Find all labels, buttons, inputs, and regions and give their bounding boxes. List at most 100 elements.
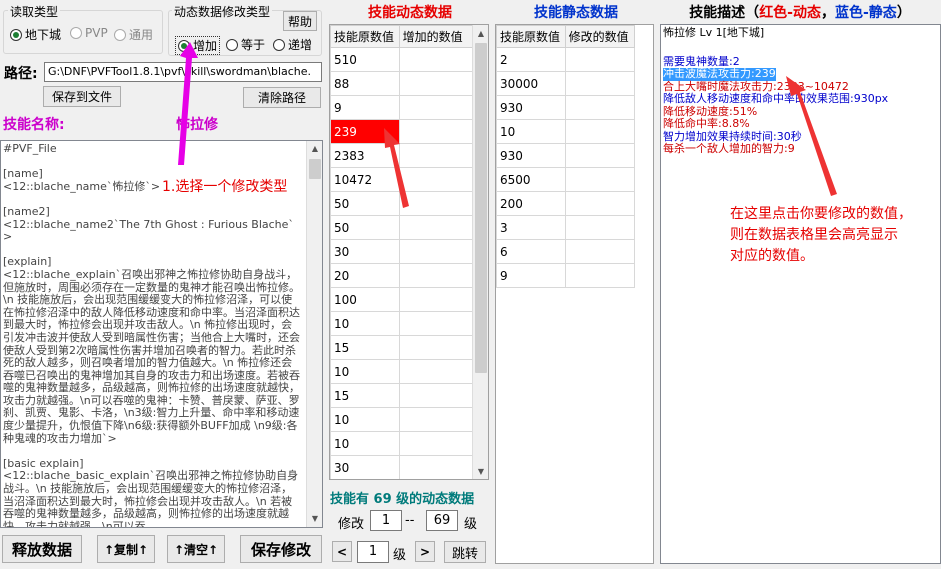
static-modified-cell[interactable] — [564, 47, 636, 72]
dynamic-row[interactable]: 10 — [330, 311, 474, 336]
description-line[interactable]: 每杀一个敌人增加的智力:9 — [663, 143, 938, 156]
static-original-cell[interactable]: 6 — [496, 239, 566, 264]
dynamic-original-cell[interactable]: 20 — [330, 263, 400, 288]
dynamic-added-cell[interactable] — [398, 407, 474, 432]
static-original-cell[interactable]: 6500 — [496, 167, 566, 192]
dynamic-row[interactable]: 15 — [330, 383, 474, 408]
dynamic-row[interactable]: 15 — [330, 335, 474, 360]
path-input[interactable]: G:\DNF\PVFTool1.8.1\pvf\skill\swordman\b… — [44, 62, 322, 82]
dynamic-grid-scrollbar[interactable]: ▲ ▼ — [472, 25, 488, 479]
scroll-thumb[interactable] — [475, 43, 487, 373]
save-to-file-button[interactable]: 保存到文件 — [43, 86, 121, 107]
dynamic-added-cell[interactable] — [398, 143, 474, 168]
dynamic-original-cell[interactable]: 10472 — [330, 167, 400, 192]
dynamic-row[interactable]: 10 — [330, 431, 474, 456]
static-modified-cell[interactable] — [564, 95, 636, 120]
dynamic-original-cell[interactable]: 239 — [330, 119, 400, 144]
dynamic-added-cell[interactable] — [398, 119, 474, 144]
dynamic-added-cell[interactable] — [398, 335, 474, 360]
help-button[interactable]: 帮助 — [283, 11, 317, 31]
dynamic-added-cell[interactable] — [398, 167, 474, 192]
static-row[interactable]: 930 — [496, 95, 636, 120]
dynamic-row[interactable]: 88 — [330, 71, 474, 96]
scroll-up-icon[interactable]: ▲ — [473, 25, 488, 41]
modify-to-level-input[interactable]: 69 — [426, 510, 458, 531]
static-modified-cell[interactable] — [564, 239, 636, 264]
static-modified-cell[interactable] — [564, 119, 636, 144]
static-original-cell[interactable]: 9 — [496, 263, 566, 288]
dynamic-row[interactable]: 239 — [330, 119, 474, 144]
description-line[interactable]: 降低敌人移动速度和命中率的效果范围:930px — [663, 93, 938, 106]
dynamic-original-cell[interactable]: 100 — [330, 287, 400, 312]
static-modified-cell[interactable] — [564, 215, 636, 240]
dynamic-added-cell[interactable] — [398, 287, 474, 312]
dynamic-row[interactable]: 50 — [330, 191, 474, 216]
dynamic-row[interactable]: 100 — [330, 287, 474, 312]
dynamic-row[interactable]: 50 — [330, 215, 474, 240]
static-original-cell[interactable]: 930 — [496, 143, 566, 168]
save-changes-button[interactable]: 保存修改 — [240, 535, 322, 563]
skill-description-box[interactable]: 怖拉修 Lv 1[地下城] 需要鬼神数量:2 冲击波魔法攻击力:239 合上大嘴时魔… — [660, 24, 941, 564]
dynamic-added-cell[interactable] — [398, 191, 474, 216]
static-row[interactable]: 6500 — [496, 167, 636, 192]
modify-type-equal-radio[interactable]: 等于 — [226, 36, 265, 53]
static-original-cell[interactable]: 3 — [496, 215, 566, 240]
dynamic-added-cell[interactable] — [398, 455, 474, 479]
dynamic-row[interactable]: 10 — [330, 407, 474, 432]
static-modified-cell[interactable] — [564, 143, 636, 168]
static-row[interactable]: 930 — [496, 143, 636, 168]
prev-level-button[interactable]: < — [332, 541, 352, 562]
dynamic-added-cell[interactable] — [398, 263, 474, 288]
dynamic-original-cell[interactable]: 88 — [330, 71, 400, 96]
dynamic-added-cell[interactable] — [398, 383, 474, 408]
dynamic-added-cell[interactable] — [398, 215, 474, 240]
static-row[interactable]: 2 — [496, 47, 636, 72]
dynamic-original-cell[interactable]: 10 — [330, 431, 400, 456]
dynamic-row[interactable]: 2383 — [330, 143, 474, 168]
modify-type-add-radio[interactable]: 增加 — [175, 36, 221, 55]
dynamic-row[interactable]: 30 — [330, 455, 474, 479]
dynamic-original-cell[interactable]: 9 — [330, 95, 400, 120]
dynamic-row[interactable]: 10 — [330, 359, 474, 384]
copy-button[interactable]: ↑复制↑ — [97, 535, 155, 563]
dynamic-added-cell[interactable] — [398, 239, 474, 264]
scroll-up-icon[interactable]: ▲ — [307, 141, 322, 157]
dynamic-original-cell[interactable]: 2383 — [330, 143, 400, 168]
static-row[interactable]: 6 — [496, 239, 636, 264]
description-line[interactable]: 冲击波魔法攻击力:239 — [663, 67, 776, 81]
dynamic-added-cell[interactable] — [398, 95, 474, 120]
static-row[interactable]: 3 — [496, 215, 636, 240]
clear-path-button[interactable]: 清除路径 — [243, 87, 321, 108]
static-original-cell[interactable]: 10 — [496, 119, 566, 144]
dynamic-original-cell[interactable]: 50 — [330, 191, 400, 216]
scroll-down-icon[interactable]: ▼ — [307, 511, 322, 527]
read-type-dungeon-radio[interactable]: 地下城 — [10, 26, 61, 43]
static-original-cell[interactable]: 930 — [496, 95, 566, 120]
dynamic-row[interactable]: 9 — [330, 95, 474, 120]
pvf-text-editor[interactable]: #PVF_File [name] <12::blache_name`怖拉修`> [… — [0, 140, 323, 528]
static-original-cell[interactable]: 2 — [496, 47, 566, 72]
static-original-cell[interactable]: 30000 — [496, 71, 566, 96]
dynamic-added-cell[interactable] — [398, 431, 474, 456]
scroll-thumb[interactable] — [309, 159, 321, 179]
modify-from-level-input[interactable]: 1 — [370, 510, 402, 531]
dynamic-added-cell[interactable] — [398, 311, 474, 336]
static-original-cell[interactable]: 200 — [496, 191, 566, 216]
dynamic-data-grid[interactable]: 技能原数值 增加的数值 510 88 9 239 2383 10472 50 50 30 20 10… — [329, 24, 489, 480]
next-level-button[interactable]: > — [415, 541, 435, 562]
dynamic-original-cell[interactable]: 10 — [330, 407, 400, 432]
pvf-text-scrollbar[interactable]: ▲ ▼ — [306, 141, 322, 527]
dynamic-original-cell[interactable]: 30 — [330, 239, 400, 264]
jump-button[interactable]: 跳转 — [444, 541, 486, 563]
static-row[interactable]: 30000 — [496, 71, 636, 96]
dynamic-original-cell[interactable]: 10 — [330, 359, 400, 384]
static-row[interactable]: 9 — [496, 263, 636, 288]
dynamic-original-cell[interactable]: 10 — [330, 311, 400, 336]
read-type-common-radio[interactable]: 通用 — [114, 26, 153, 43]
dynamic-added-cell[interactable] — [398, 47, 474, 72]
dynamic-row[interactable]: 20 — [330, 263, 474, 288]
static-row[interactable]: 10 — [496, 119, 636, 144]
static-modified-cell[interactable] — [564, 71, 636, 96]
dynamic-added-cell[interactable] — [398, 359, 474, 384]
dynamic-row[interactable]: 30 — [330, 239, 474, 264]
